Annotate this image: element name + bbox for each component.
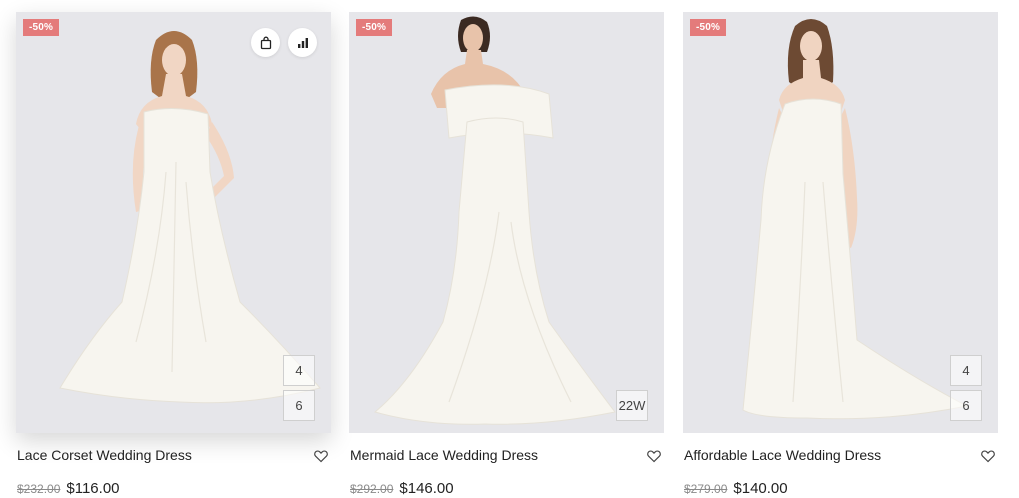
size-options: 4 6 (283, 355, 315, 421)
product-info: Mermaid Lace Wedding Dress $292.00 $146.0… (349, 433, 664, 497)
product-info: Affordable Lace Wedding Dress $279.00 $14… (683, 433, 998, 497)
heart-icon[interactable] (646, 448, 662, 464)
discount-badge: -50% (690, 19, 727, 36)
size-options: 4 6 (950, 355, 982, 421)
price: $232.00 $116.00 (17, 480, 120, 497)
add-to-cart-button[interactable] (251, 28, 280, 57)
shopping-bag-icon (260, 36, 271, 49)
size-option[interactable]: 22W (616, 390, 648, 421)
product-image[interactable]: -50% 4 6 (683, 12, 998, 433)
price: $292.00 $146.00 (350, 480, 454, 497)
size-option[interactable]: 4 (283, 355, 315, 386)
size-option[interactable]: 6 (283, 390, 315, 421)
compare-button[interactable] (288, 28, 317, 57)
product-title[interactable]: Lace Corset Wedding Dress (17, 447, 192, 463)
product-title[interactable]: Mermaid Lace Wedding Dress (350, 447, 538, 463)
sale-price: $116.00 (66, 480, 120, 497)
model-illustration (373, 16, 616, 425)
sale-price: $140.00 (733, 480, 788, 497)
discount-badge: -50% (23, 19, 60, 36)
old-price: $279.00 (684, 482, 728, 496)
product-title[interactable]: Affordable Lace Wedding Dress (684, 447, 881, 463)
old-price: $292.00 (350, 482, 394, 496)
product-info: Lace Corset Wedding Dress $232.00 $116.00 (16, 433, 331, 497)
price: $279.00 $140.00 (684, 480, 788, 497)
product-card[interactable]: -50% 4 6 Affordable Lace Wedding Dress $… (683, 12, 998, 497)
product-card[interactable]: -50% 22W Mermaid Lace Wedding Dress $292… (349, 12, 664, 497)
compare-chart-icon (297, 37, 308, 48)
heart-icon[interactable] (980, 448, 996, 464)
product-card[interactable]: -50% 4 6 Lace Corset Wedding Dress $232.… (16, 12, 331, 497)
old-price: $232.00 (17, 482, 61, 496)
product-image[interactable]: -50% 22W (349, 12, 664, 433)
heart-icon[interactable] (313, 448, 329, 464)
product-image[interactable]: -50% 4 6 (16, 12, 331, 433)
size-option[interactable]: 4 (950, 355, 982, 386)
size-options: 22W (616, 390, 648, 421)
sale-price: $146.00 (399, 480, 454, 497)
size-option[interactable]: 6 (950, 390, 982, 421)
discount-badge: -50% (356, 19, 393, 36)
product-actions (251, 28, 317, 57)
